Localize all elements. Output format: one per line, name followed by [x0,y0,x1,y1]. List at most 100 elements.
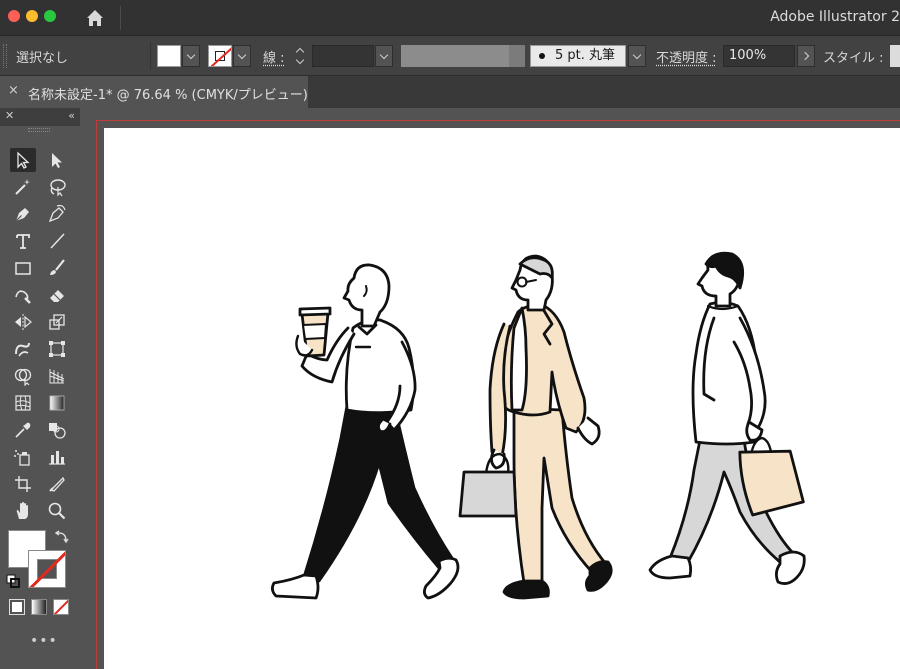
artboard[interactable] [104,128,900,669]
column-graph-icon [49,451,65,465]
titlebar-divider [120,6,121,30]
tools-panel-header: ✕ « [0,108,80,126]
free-transform-tool[interactable] [44,337,70,361]
reflect-tool[interactable] [10,310,36,334]
stroke-weight-input[interactable] [312,45,374,67]
line-segment-tool[interactable] [44,229,70,253]
person-suit-illustration[interactable] [458,254,613,600]
swap-fill-stroke-icon[interactable] [54,530,70,544]
hand-tool[interactable] [10,499,36,523]
eraser-icon [50,290,64,302]
artwork-walking-people[interactable] [104,128,900,669]
zoom-tool[interactable] [44,499,70,523]
lasso-icon [50,179,66,197]
lasso-tool[interactable] [44,175,70,199]
selection-status: 選択なし [16,51,69,66]
window-zoom-button[interactable] [44,10,56,22]
color-mode-button[interactable] [9,599,25,615]
opacity-input[interactable]: 100% [723,45,795,67]
person-sweater-illustration[interactable] [648,251,806,585]
pen-tool[interactable] [10,202,36,226]
variable-width-profile-field[interactable] [401,45,509,67]
blend-tool[interactable] [44,418,70,442]
title-bar: Adobe Illustrator 2 [0,0,900,36]
none-mode-button[interactable] [53,599,69,615]
paintbrush-icon [50,259,65,275]
eyedropper-tool[interactable] [10,418,36,442]
window-minimize-button[interactable] [26,10,38,22]
person-coffee-illustration[interactable] [271,263,460,600]
brush-dropdown-button[interactable] [628,45,646,67]
document-tab[interactable]: × 名称未設定-1* @ 76.64 % (CMYK/プレビュー) [0,76,308,108]
control-bar: 選択なし 線 : 5 pt. 丸筆 不透明度 : 100% スタイル : [0,36,900,76]
perspective-grid-icon [49,369,65,384]
app-title: Adobe Illustrator 2 [770,9,900,25]
direct-selection-tool[interactable] [44,148,70,172]
direct-selection-tool-icon [52,153,62,168]
stroke-weight-stepper[interactable] [293,45,309,67]
document-tab-bar: × 名称未設定-1* @ 76.64 % (CMYK/プレビュー) [0,76,900,108]
symbol-sprayer-icon [14,450,30,466]
default-fill-stroke-icon[interactable] [6,574,20,588]
warp-icon [15,342,30,357]
eraser-tool[interactable] [44,283,70,307]
tools-panel: ✕ « ••• [0,108,80,669]
fill-color-swatch[interactable] [157,45,181,67]
column-graph-tool[interactable] [44,445,70,469]
symbol-sprayer-tool[interactable] [10,445,36,469]
control-bar-grip[interactable] [3,44,7,68]
shaper-tool[interactable] [10,283,36,307]
stroke-color-swatch[interactable] [208,45,232,67]
curvature-icon [48,204,66,223]
type-icon [16,234,30,249]
brush-definition-label: 5 pt. 丸筆 [555,48,616,63]
hand-icon [16,502,28,519]
selection-tool[interactable] [10,148,36,172]
document-tab-title: 名称未設定-1* @ 76.64 % (CMYK/プレビュー) [28,88,308,103]
magic-wand-tool[interactable] [10,175,36,199]
gradient-tool[interactable] [44,391,70,415]
paintbrush-tool[interactable] [44,256,70,280]
artboard-tool[interactable] [10,472,36,496]
mesh-tool[interactable] [10,391,36,415]
perspective-grid-tool[interactable] [44,364,70,388]
tools-panel-close-button[interactable]: ✕ [5,109,14,122]
tools-panel-grip[interactable] [28,128,50,132]
slice-tool[interactable] [44,472,70,496]
shape-builder-tool[interactable] [10,364,36,388]
variable-width-profile-dropdown[interactable] [509,45,525,67]
artboard-icon [15,476,31,492]
tools-panel-collapse-button[interactable]: « [68,109,75,122]
stroke-weight-dropdown[interactable] [375,45,393,67]
stroke-dropdown-button[interactable] [233,45,251,67]
window-close-button[interactable] [8,10,20,22]
graphic-style-swatch[interactable] [890,45,900,67]
opacity-expand-button[interactable] [797,45,815,67]
brush-definition-select[interactable]: 5 pt. 丸筆 [530,45,626,67]
zoom-icon [48,502,66,520]
reflect-icon [15,314,32,330]
rectangle-icon [15,262,31,275]
free-transform-icon [49,341,65,357]
mesh-icon [15,395,31,411]
tab-close-button[interactable]: × [8,83,19,98]
home-icon[interactable] [84,7,106,29]
shape-builder-icon [14,368,32,386]
type-tool[interactable] [10,229,36,253]
stroke-box[interactable] [28,550,66,588]
edit-toolbar-button[interactable]: ••• [30,633,58,649]
warp-tool[interactable] [10,337,36,361]
rectangle-tool[interactable] [10,256,36,280]
curvature-tool[interactable] [44,202,70,226]
scale-tool[interactable] [44,310,70,334]
bleed-guide-top [96,120,900,121]
opacity-label[interactable]: 不透明度 : [656,47,717,66]
gradient-mode-button[interactable] [31,599,47,615]
selection-tool-icon [17,151,30,169]
brush-dot-icon [539,52,545,59]
fill-dropdown-button[interactable] [182,45,200,67]
bleed-guide-left [96,120,97,669]
shaper-icon [15,290,31,304]
scale-icon [49,314,65,330]
stroke-weight-label[interactable]: 線 : [263,47,285,66]
